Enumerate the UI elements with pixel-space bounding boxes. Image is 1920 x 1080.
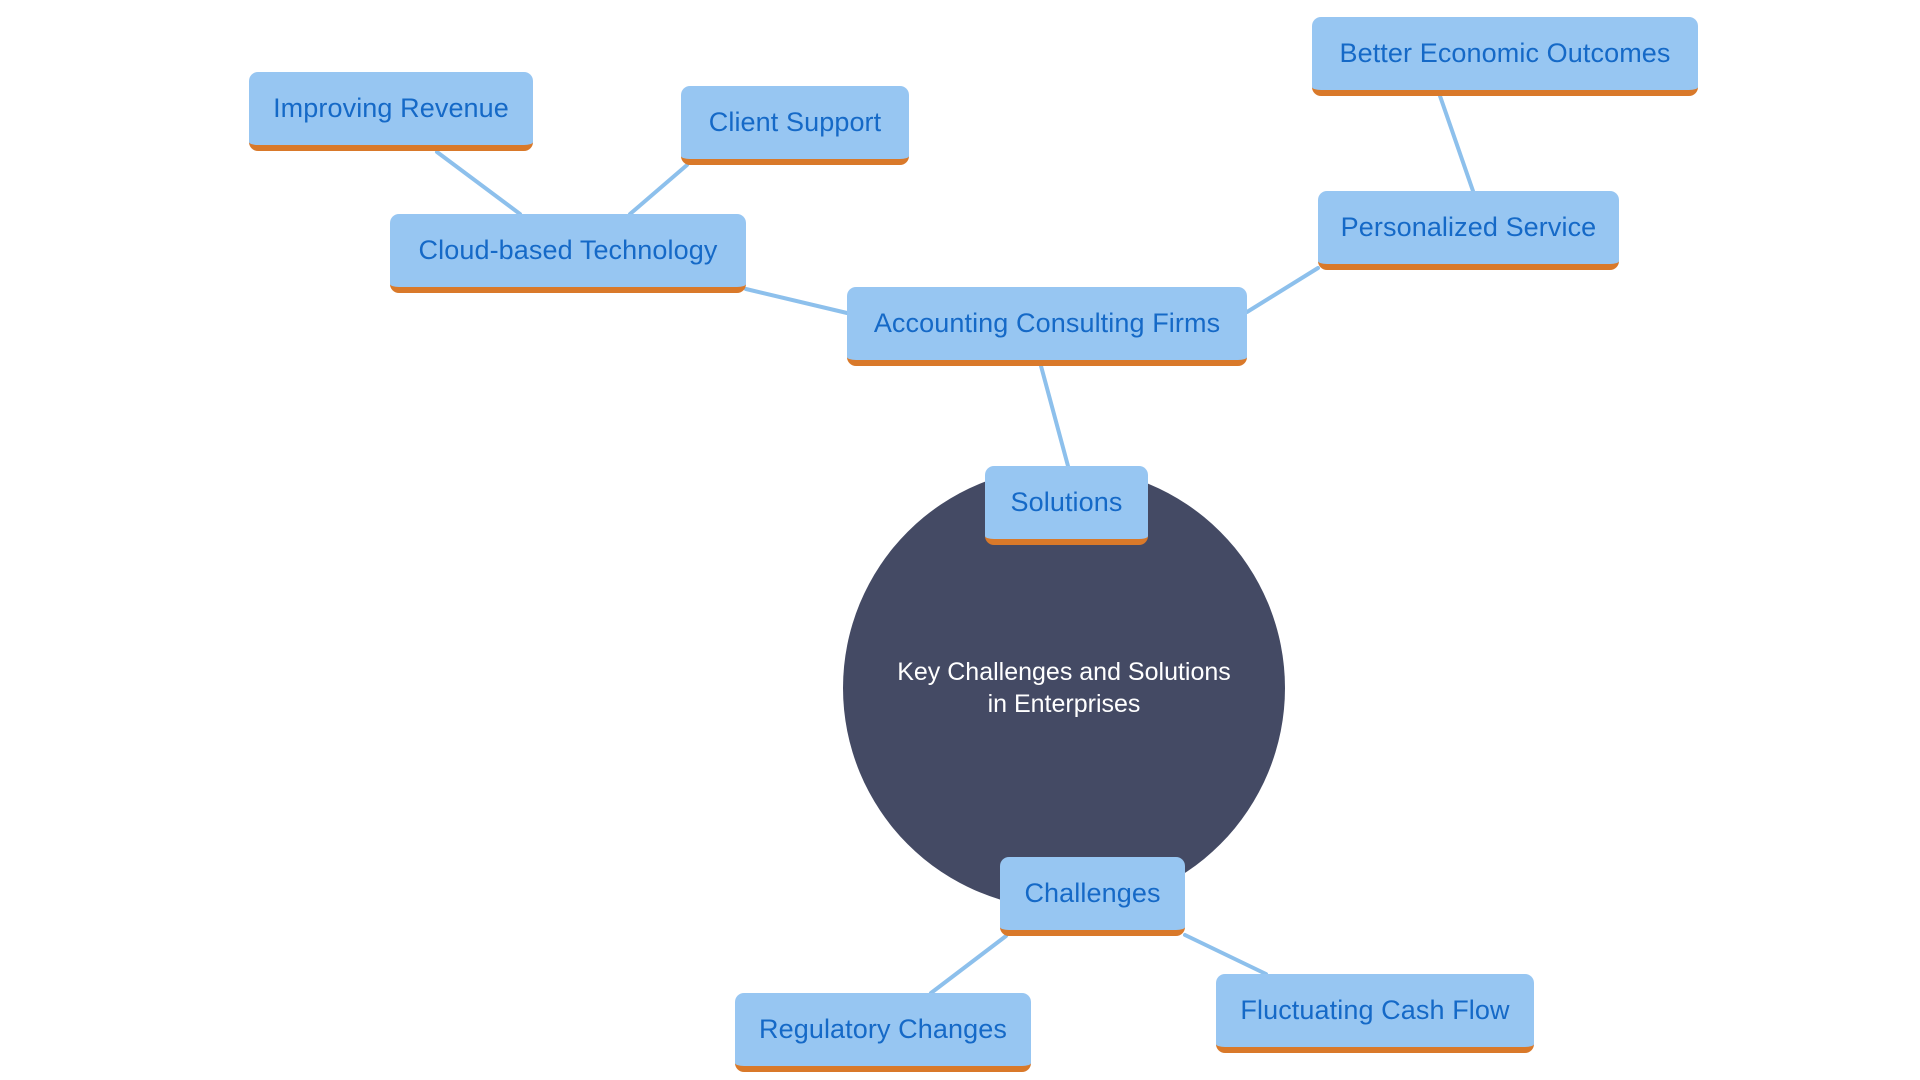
node-label-better-economic-outcomes: Better Economic Outcomes [1339,37,1671,68]
edge-challenges-fluctuating [1183,933,1268,976]
edge-cloud-accounting [744,287,849,315]
edge-accounting-personalized [1245,266,1320,314]
node-label-solutions: Solutions [1010,486,1123,517]
node-label-challenges: Challenges [1024,877,1161,908]
node-label-improving-revenue: Improving Revenue [273,92,509,123]
node-label-personalized-service: Personalized Service [1340,211,1597,242]
node-cloud-based-technology[interactable]: Cloud-based Technology [390,214,746,293]
node-challenges[interactable]: Challenges [1000,857,1185,936]
node-label-fluctuating-cash-flow: Fluctuating Cash Flow [1240,994,1510,1025]
mindmap-canvas: Key Challenges and Solutions in Enterpri… [0,0,1920,1080]
edge-challenges-regulatory [929,934,1008,995]
node-client-support[interactable]: Client Support [681,86,909,165]
node-better-economic-outcomes[interactable]: Better Economic Outcomes [1312,17,1698,96]
edge-personalized-better-outcomes [1438,94,1475,193]
node-improving-revenue[interactable]: Improving Revenue [249,72,533,151]
node-label-client-support: Client Support [708,106,882,137]
root-node-label: Key Challenges and Solutions in Enterpri… [897,657,1231,719]
node-personalized-service[interactable]: Personalized Service [1318,191,1619,270]
node-label-accounting-consulting-firms: Accounting Consulting Firms [873,307,1221,338]
node-label-regulatory-changes: Regulatory Changes [759,1013,1007,1044]
node-solutions[interactable]: Solutions [985,466,1148,545]
edge-accounting-solutions [1039,364,1070,468]
node-fluctuating-cash-flow[interactable]: Fluctuating Cash Flow [1216,974,1534,1053]
edge-client-support-cloud [628,163,689,216]
node-accounting-consulting-firms[interactable]: Accounting Consulting Firms [847,287,1247,366]
node-regulatory-changes[interactable]: Regulatory Changes [735,993,1031,1072]
edge-improving-revenue-cloud [435,150,522,216]
node-label-cloud-based-technology: Cloud-based Technology [418,234,718,265]
